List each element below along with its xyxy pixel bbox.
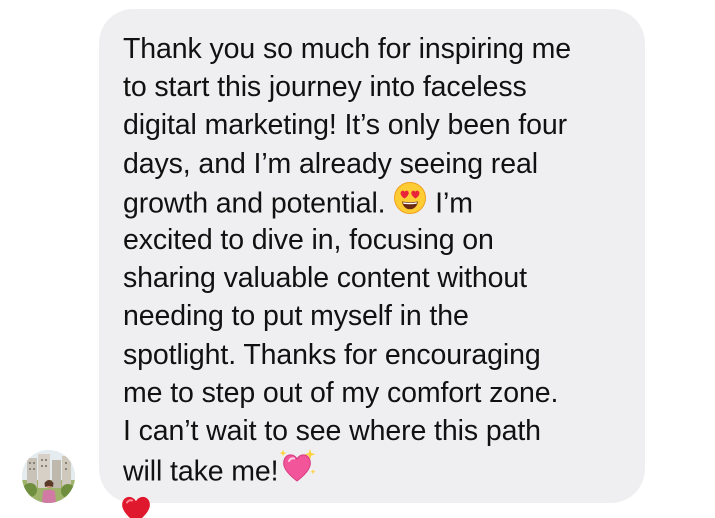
message-bubble[interactable]: Thank you so much for inspiring me to st… — [99, 9, 645, 503]
message-text: will take me! — [123, 455, 279, 488]
avatar-photo — [22, 450, 75, 503]
conversation-view: Thank you so much for inspiring me to st… — [0, 0, 715, 518]
message-line: will take me! — [123, 449, 635, 488]
message-line: growth and potential. I’m — [123, 181, 635, 221]
message-text: growth and potential. — [123, 187, 394, 220]
message-line: to start this journey into faceless — [123, 71, 527, 104]
message-line: excited to dive in, focusing on — [123, 223, 494, 256]
message-line: me to step out of my comfort zone. — [123, 376, 559, 409]
message-line: digital marketing! It’s only been four — [123, 109, 568, 142]
heart-eyes-emoji-icon — [393, 181, 427, 225]
reaction-badge[interactable] — [119, 494, 153, 518]
message-line: needing to put myself in the — [123, 300, 469, 333]
red-heart-emoji-icon — [122, 496, 150, 518]
sender-avatar[interactable] — [22, 450, 75, 503]
message-line: spotlight. Thanks for encouraging — [123, 338, 541, 371]
message-line: sharing valuable content without — [123, 262, 527, 295]
message-line: Thank you so much for inspiring me — [123, 33, 572, 65]
message-line: I can’t wait to see where this path — [123, 414, 541, 447]
message-text: I’m — [427, 187, 473, 220]
message-line: days, and I’m already seeing real — [123, 147, 538, 180]
sparkling-heart-emoji-icon — [278, 448, 317, 494]
